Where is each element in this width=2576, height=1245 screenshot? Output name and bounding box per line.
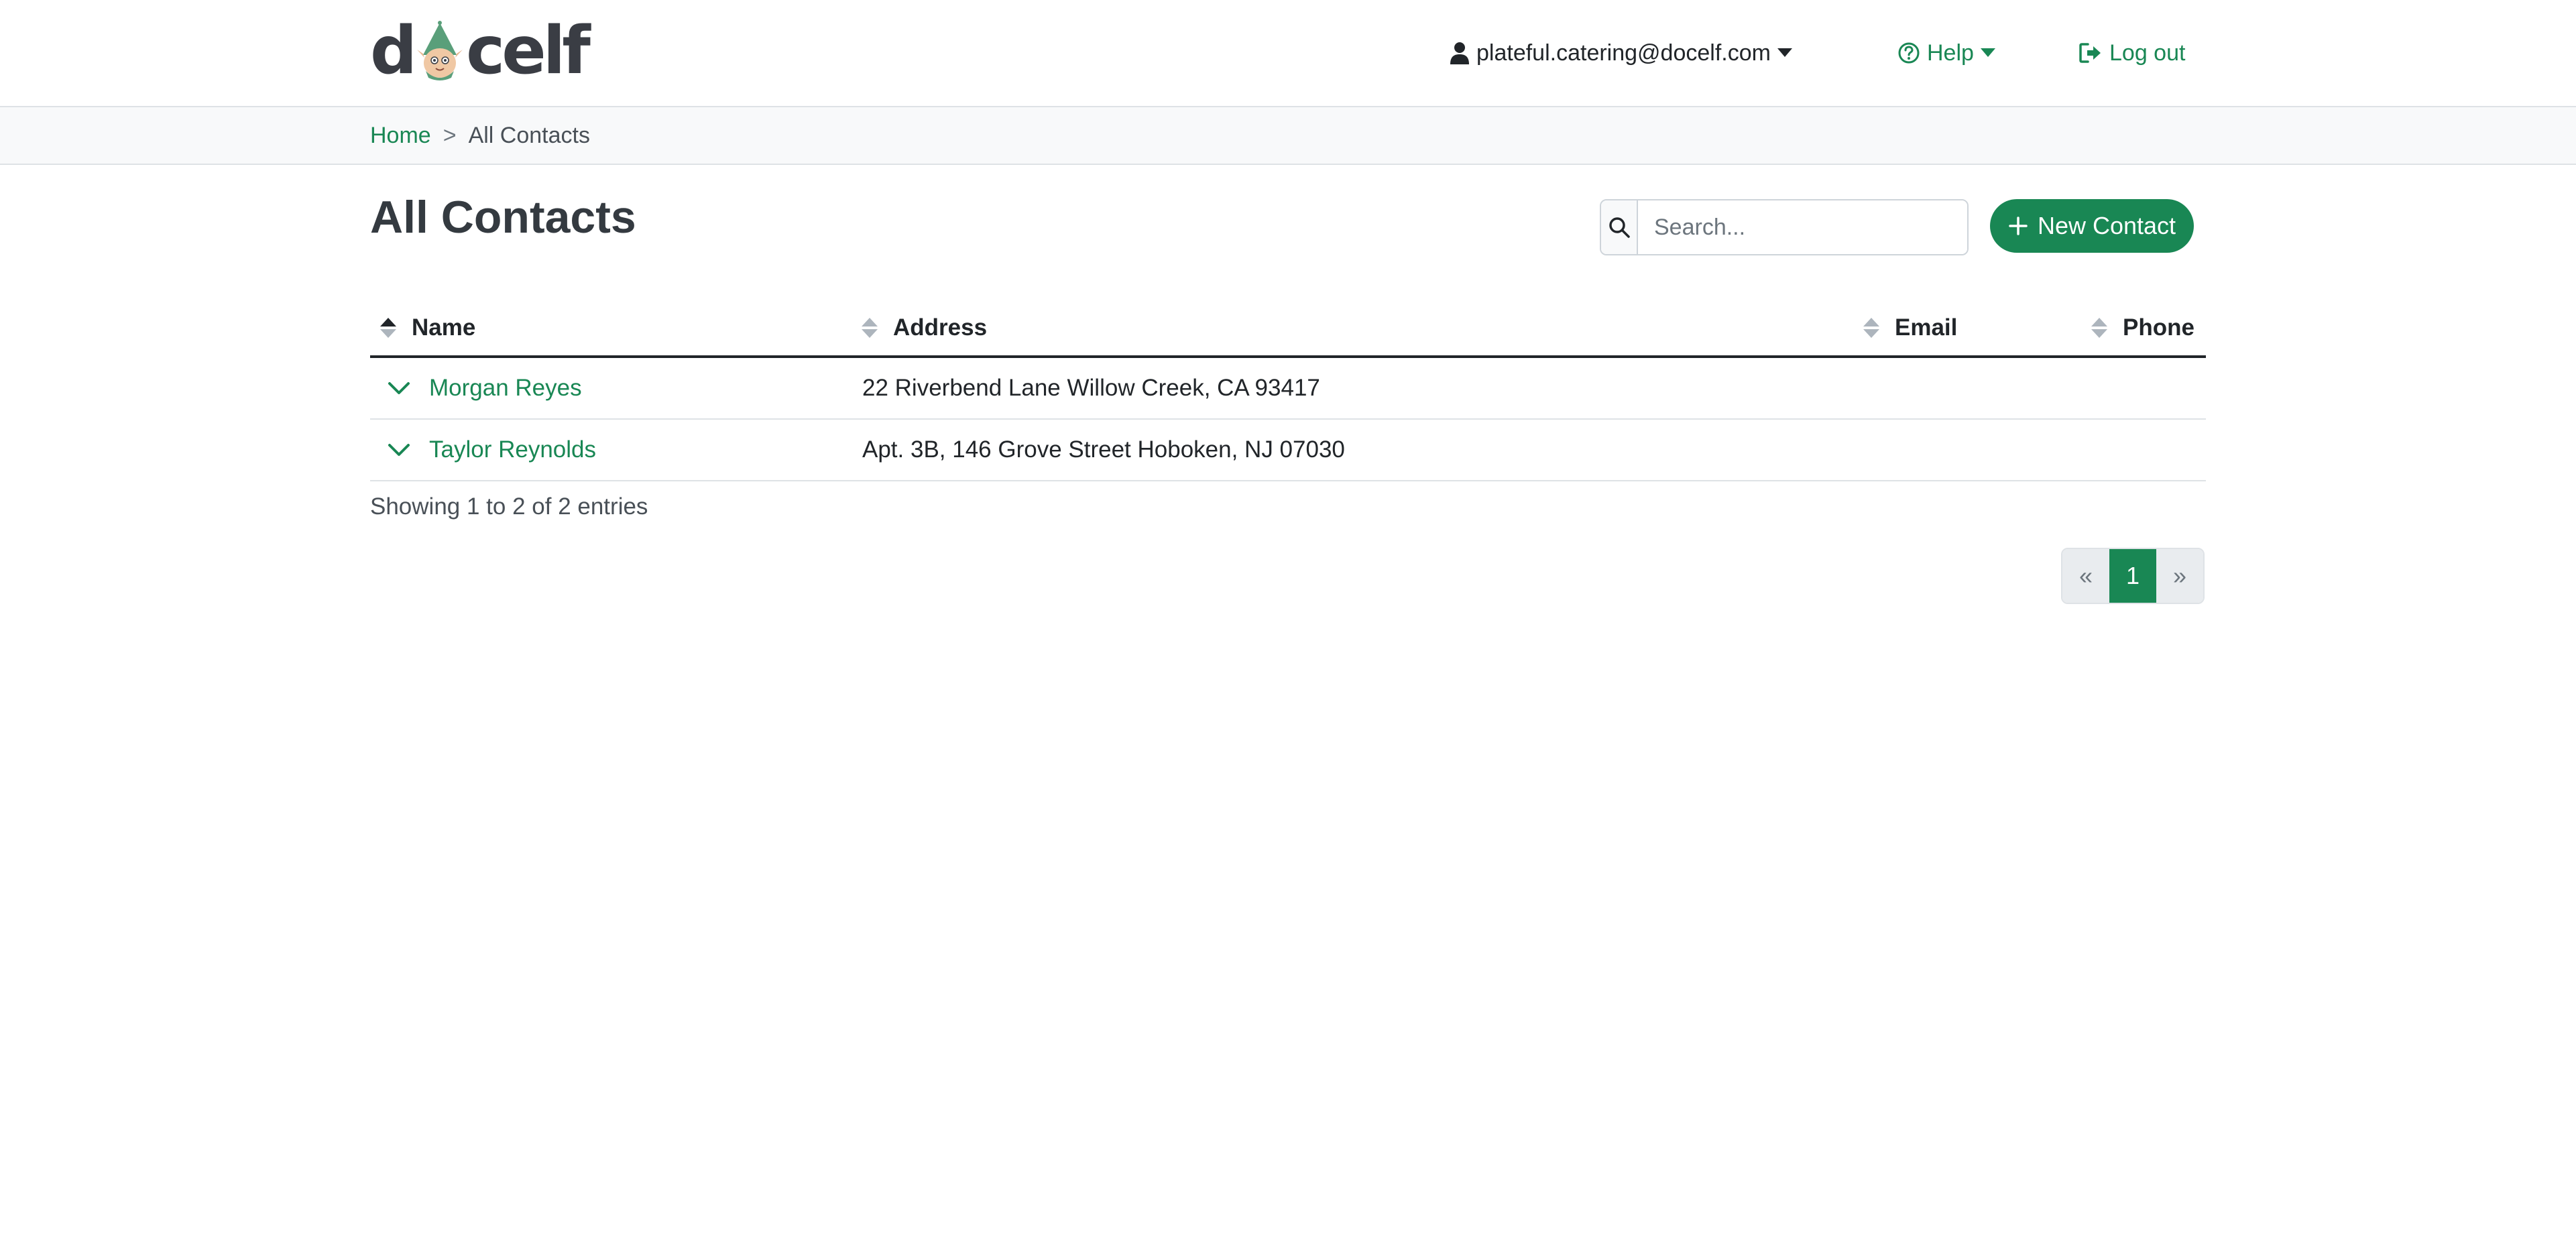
- table-info: Showing 1 to 2 of 2 entries: [370, 493, 648, 520]
- sort-icon: [2091, 318, 2107, 338]
- new-contact-label: New Contact: [2037, 212, 2176, 239]
- contacts-table: Name Address Email Phone Morgan Reyes 22…: [370, 300, 2206, 481]
- sort-icon: [862, 318, 878, 338]
- docelf-logo[interactable]: d celf: [370, 13, 591, 89]
- pagination: « 1 »: [2061, 548, 2205, 604]
- elf-mascot-icon: [417, 21, 463, 80]
- caret-down-icon: [1980, 48, 1995, 57]
- breadcrumb-current: All Contacts: [468, 122, 590, 148]
- column-name-label: Name: [412, 314, 476, 341]
- name-cell: Morgan Reyes: [388, 358, 582, 418]
- pagination-page-1[interactable]: 1: [2109, 549, 2156, 603]
- search-input[interactable]: [1638, 200, 1967, 254]
- breadcrumb-bar: Home > All Contacts: [0, 107, 2576, 165]
- contact-name-link[interactable]: Morgan Reyes: [429, 375, 582, 402]
- help-label: Help: [1927, 40, 1974, 66]
- user-icon: [1450, 42, 1469, 64]
- column-header-phone[interactable]: Phone: [2091, 300, 2194, 355]
- logo-text-left: d: [370, 13, 417, 89]
- breadcrumb-home-link[interactable]: Home: [370, 123, 431, 149]
- pagination-next[interactable]: »: [2156, 549, 2203, 603]
- help-menu[interactable]: Help: [1897, 34, 1995, 72]
- page: d celf plateful.catering@docelf.com Help…: [0, 0, 2576, 1245]
- question-circle-icon: [1898, 42, 1920, 64]
- caret-down-icon: [1777, 48, 1792, 57]
- new-contact-button[interactable]: New Contact: [1990, 199, 2194, 253]
- sort-icon: [1863, 318, 1879, 338]
- chevron-down-icon[interactable]: [388, 381, 410, 396]
- breadcrumb-separator: >: [443, 122, 457, 148]
- contact-name-link[interactable]: Taylor Reynolds: [429, 436, 596, 463]
- column-phone-label: Phone: [2123, 314, 2194, 341]
- user-email: plateful.catering@docelf.com: [1476, 40, 1771, 66]
- logo-text-right: celf: [466, 13, 591, 89]
- user-menu[interactable]: plateful.catering@docelf.com: [1450, 34, 1792, 72]
- breadcrumb: Home > All Contacts: [370, 107, 590, 164]
- table-row[interactable]: Morgan Reyes 22 Riverbend Lane Willow Cr…: [370, 358, 2206, 420]
- logout-label: Log out: [2109, 40, 2186, 66]
- search-icon: [1608, 217, 1630, 238]
- pagination-prev[interactable]: «: [2062, 549, 2109, 603]
- top-navbar: d celf plateful.catering@docelf.com Help…: [0, 0, 2576, 107]
- name-cell: Taylor Reynolds: [388, 420, 596, 480]
- column-header-email[interactable]: Email: [1863, 300, 1957, 355]
- column-address-label: Address: [893, 314, 988, 341]
- page-title: All Contacts: [370, 192, 636, 243]
- chevron-down-icon[interactable]: [388, 442, 410, 457]
- column-header-address[interactable]: Address: [861, 300, 987, 355]
- address-cell: Apt. 3B, 146 Grove Street Hoboken, NJ 07…: [862, 436, 1345, 463]
- plus-icon: [2009, 217, 2028, 235]
- column-header-name[interactable]: Name: [379, 300, 475, 355]
- logout-link[interactable]: Log out: [2079, 34, 2192, 72]
- search-button[interactable]: [1601, 200, 1638, 254]
- logout-icon: [2079, 43, 2101, 63]
- search-box: [1600, 199, 1969, 255]
- sort-asc-icon: [380, 318, 396, 338]
- column-email-label: Email: [1895, 314, 1958, 341]
- address-cell: 22 Riverbend Lane Willow Creek, CA 93417: [862, 375, 1320, 401]
- table-row[interactable]: Taylor Reynolds Apt. 3B, 146 Grove Stree…: [370, 420, 2206, 481]
- table-header: Name Address Email Phone: [370, 300, 2206, 358]
